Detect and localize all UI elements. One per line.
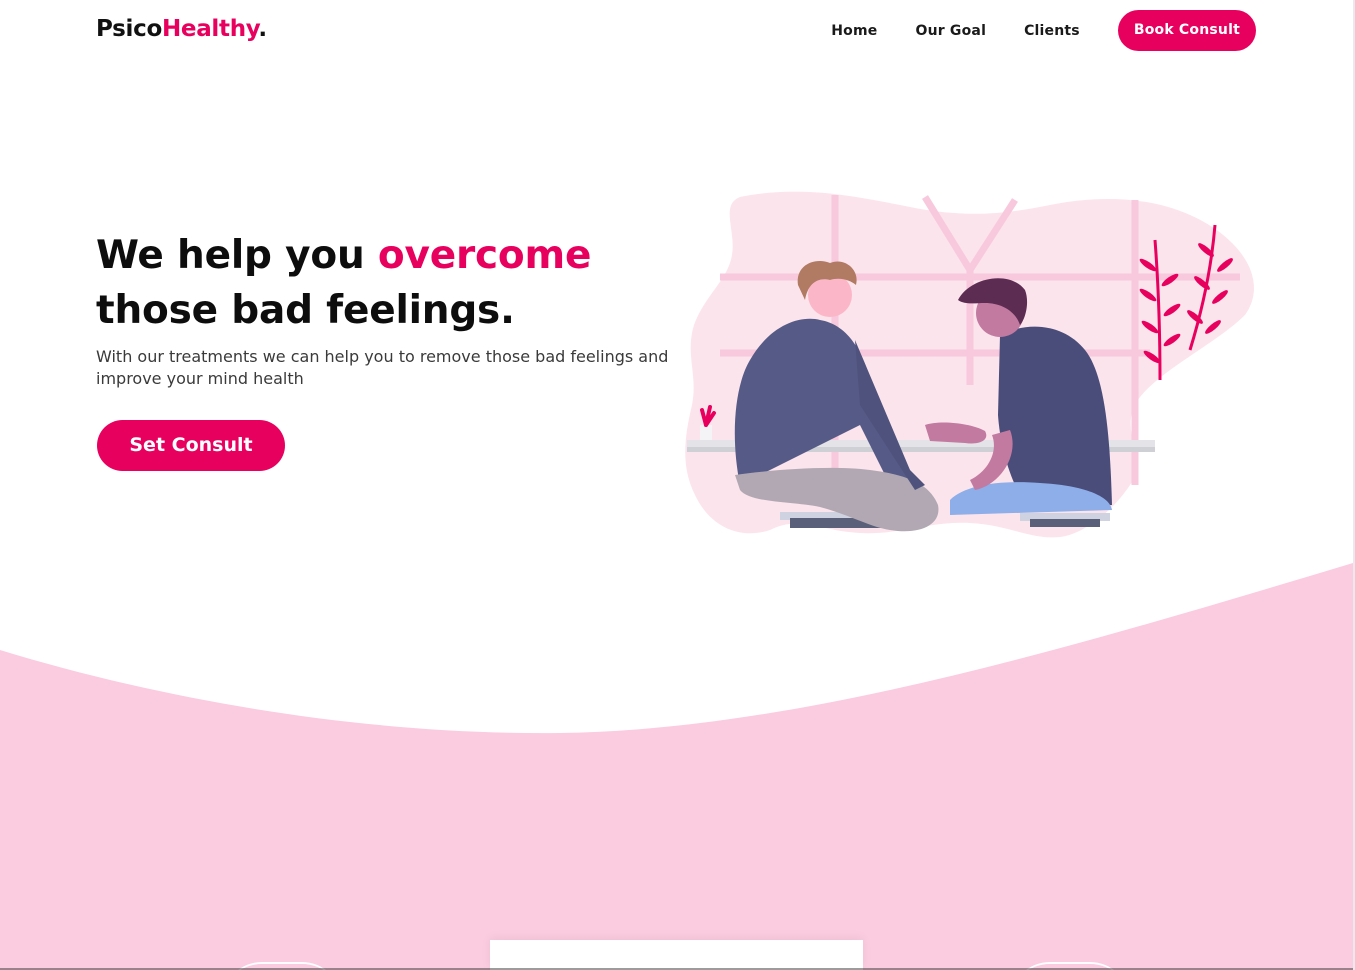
set-consult-button[interactable]: Set Consult (97, 420, 285, 471)
nav-link-our-goal[interactable]: Our Goal (915, 23, 986, 39)
hero-subtitle: With our treatments we can help you to r… (96, 347, 669, 388)
bottom-card (490, 940, 863, 970)
wave-shape (0, 563, 1353, 970)
book-consult-button[interactable]: Book Consult (1117, 10, 1256, 51)
two-people-talking-illustration (680, 185, 1260, 545)
hero-title-part1: We help you (96, 233, 378, 278)
brand-name-part1: Psico (96, 16, 162, 42)
brand-name-part2: Healthy (161, 16, 259, 42)
nav-link-clients[interactable]: Clients (1024, 23, 1080, 39)
illustration-svg (685, 191, 1254, 538)
wave-section-background (0, 555, 1353, 970)
brand-name-dot: . (258, 16, 267, 42)
hero-title: We help you overcome those bad feelings. (96, 228, 656, 338)
nav-link-home[interactable]: Home (831, 23, 877, 39)
top-navbar: PsicoHealthy. Home Our Goal Clients Book… (0, 0, 1353, 62)
hero-title-accent: overcome (377, 233, 592, 278)
brand-logo[interactable]: PsicoHealthy. (96, 16, 267, 42)
hero-title-part2: those bad feelings. (96, 288, 515, 333)
nav-links: Home Our Goal Clients Book Consult (831, 10, 1256, 51)
